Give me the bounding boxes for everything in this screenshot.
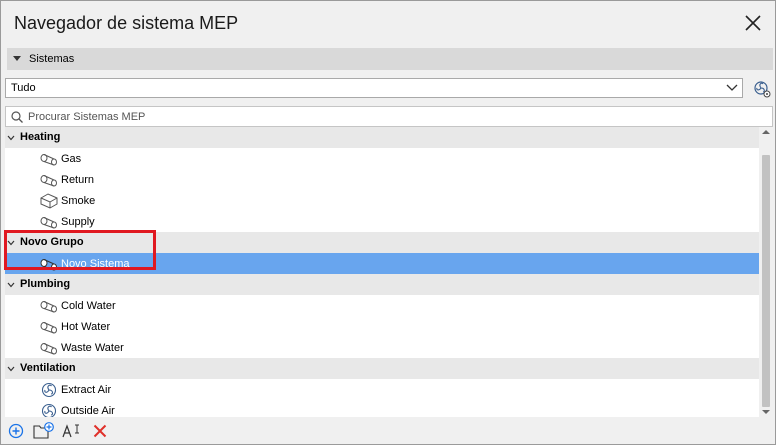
tree-item-return[interactable]: Return <box>5 169 759 190</box>
scrollbar-thumb[interactable] <box>762 155 770 407</box>
group-row-plumbing[interactable]: Plumbing <box>5 274 759 295</box>
group-label: Ventilation <box>20 362 76 374</box>
add-system-button[interactable] <box>5 420 27 442</box>
tree-item-outside-air[interactable]: Outside Air <box>5 400 759 417</box>
close-button[interactable] <box>741 11 765 35</box>
systems-section-header[interactable]: Sistemas <box>7 48 773 70</box>
scroll-up-icon <box>762 130 770 134</box>
fan-icon <box>41 403 57 417</box>
scroll-down-icon <box>762 410 770 414</box>
tree-item-label: Waste Water <box>61 341 124 354</box>
tree-item-novo-sistema[interactable]: Novo Sistema <box>5 253 759 274</box>
tree-item-label: Cold Water <box>61 299 116 312</box>
pipe-icon <box>40 216 57 228</box>
group-row-heating[interactable]: Heating <box>5 127 759 148</box>
rename-icon <box>62 424 79 438</box>
fan-icon <box>41 382 57 397</box>
window-title: Navegador de sistema MEP <box>14 12 239 33</box>
chevron-down-icon <box>7 240 15 245</box>
triangle-down-icon <box>13 56 21 61</box>
group-row-novo-grupo[interactable]: Novo Grupo <box>5 232 759 253</box>
section-label: Sistemas <box>29 53 75 65</box>
group-row-ventilation[interactable]: Ventilation <box>5 358 759 379</box>
tree-item-hot-water[interactable]: Hot Water <box>5 316 759 337</box>
fan-settings-icon <box>754 81 771 98</box>
group-label: Heating <box>20 131 61 143</box>
chevron-down-icon <box>7 135 15 140</box>
duct-icon <box>40 192 58 209</box>
filter-row: Tudo <box>5 78 773 100</box>
tree-item-label: Hot Water <box>61 320 111 333</box>
close-icon <box>745 15 761 31</box>
tree-item-label: Return <box>61 173 95 186</box>
pipe-icon <box>40 258 57 270</box>
delete-icon <box>93 424 107 438</box>
title-bar: Navegador de sistema MEP <box>1 1 775 45</box>
tree-item-smoke[interactable]: Smoke <box>5 190 759 211</box>
tree-item-label: Smoke <box>61 194 96 207</box>
tree-item-label: Gas <box>61 152 82 165</box>
tree-item-gas[interactable]: Gas <box>5 148 759 169</box>
rename-button[interactable] <box>61 420 83 442</box>
add-system-icon <box>8 423 24 439</box>
group-label: Plumbing <box>20 278 71 290</box>
system-settings-button[interactable] <box>751 78 773 100</box>
chevron-down-icon <box>7 366 15 371</box>
vertical-scrollbar[interactable] <box>759 127 773 417</box>
search-field[interactable]: Procurar Sistemas MEP <box>5 106 773 127</box>
pipe-icon <box>40 321 57 333</box>
tree-item-label: Extract Air <box>61 383 112 396</box>
add-group-icon <box>33 422 54 439</box>
bottom-toolbar <box>5 420 111 442</box>
tree-item-label: Supply <box>61 215 95 228</box>
dropdown-value: Tudo <box>11 82 36 94</box>
group-label: Novo Grupo <box>20 236 84 248</box>
add-group-button[interactable] <box>33 420 55 442</box>
tree-item-cold-water[interactable]: Cold Water <box>5 295 759 316</box>
tree-item-waste-water[interactable]: Waste Water <box>5 337 759 358</box>
tree-item-label: Outside Air <box>61 404 115 417</box>
chevron-down-icon <box>7 282 15 287</box>
pipe-icon <box>40 174 57 186</box>
pipe-icon <box>40 153 57 165</box>
tree-item-supply[interactable]: Supply <box>5 211 759 232</box>
chevron-down-icon <box>726 84 738 91</box>
search-placeholder: Procurar Sistemas MEP <box>28 110 146 123</box>
search-icon <box>11 110 23 123</box>
delete-button[interactable] <box>89 420 111 442</box>
pipe-icon <box>40 342 57 354</box>
mep-system-navigator-window: Navegador de sistema MEP Sistemas Tudo P… <box>0 0 776 445</box>
tree-item-extract-air[interactable]: Extract Air <box>5 379 759 400</box>
system-filter-dropdown[interactable]: Tudo <box>5 78 743 98</box>
pipe-icon <box>40 300 57 312</box>
tree-item-label: Novo Sistema <box>61 257 130 270</box>
systems-tree: Heating Gas Return Smoke Supply Novo Gru… <box>5 127 759 417</box>
